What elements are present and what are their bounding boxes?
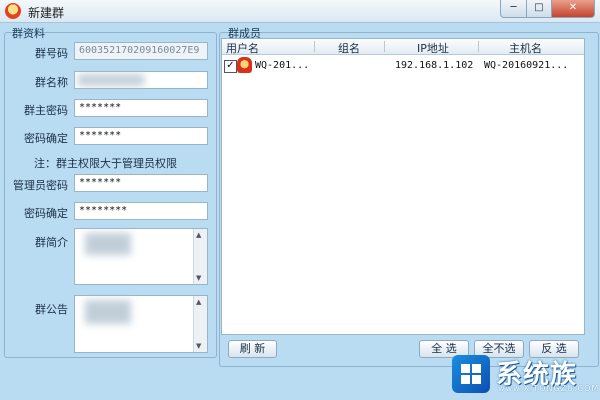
table-row[interactable]: ✓ WQ-201... 192.168.1.102 WQ-20160921... [222, 57, 584, 75]
column-ip[interactable]: IP地址 [417, 40, 449, 56]
admin-password-confirm-field[interactable]: ******** [74, 202, 208, 220]
group-id-field: 600352170209160027E9 [74, 42, 208, 60]
group-name-label: 群名称 [35, 76, 68, 89]
column-hostname[interactable]: 主机名 [509, 40, 542, 56]
admin-password-label: 管理员密码 [13, 179, 68, 192]
group-info-legend: 群资料 [12, 27, 45, 40]
member-ip: 192.168.1.102 [395, 60, 474, 71]
column-username[interactable]: 用户名 [226, 40, 259, 56]
redacted-intro-text [85, 233, 131, 255]
windows-logo-icon [452, 355, 490, 393]
owner-password-confirm-label: 密码确定 [24, 132, 68, 145]
title-bar: 新建群 ─ □ ✕ [0, 0, 600, 23]
group-notice-textarea[interactable]: ▲ ▼ [74, 295, 208, 353]
owner-password-label: 群主密码 [24, 104, 68, 117]
member-list[interactable]: 用户名 组名 IP地址 主机名 ✓ WQ-201... 192.168.1.10… [221, 38, 585, 335]
watermark-logo: 系统族 www.XITONGZU.COM [452, 352, 600, 396]
watermark-url: www.XITONGZU.COM [498, 384, 600, 393]
member-hostname: WQ-20160921... [484, 60, 569, 71]
owner-password-confirm-field[interactable]: ******* [74, 127, 208, 145]
user-avatar-icon [237, 57, 252, 73]
notice-scrollbar[interactable]: ▲ ▼ [193, 296, 207, 352]
group-id-label: 群号码 [35, 47, 68, 60]
group-intro-textarea[interactable]: ▲ ▼ [74, 228, 208, 285]
admin-password-field[interactable]: ******* [74, 174, 208, 192]
minimize-button[interactable]: ─ [500, 0, 527, 18]
redacted-notice-text [85, 300, 131, 324]
admin-password-confirm-label: 密码确定 [24, 207, 68, 220]
member-username: WQ-201... [255, 60, 310, 71]
permission-note: 注：群主权限大于管理员权限 [34, 157, 177, 170]
scroll-down-icon: ▼ [196, 274, 202, 282]
scroll-up-icon: ▲ [196, 298, 202, 306]
group-intro-label: 群简介 [35, 236, 68, 249]
close-button[interactable]: ✕ [551, 0, 595, 18]
refresh-button[interactable]: 刷 新 [228, 340, 277, 358]
intro-scrollbar[interactable]: ▲ ▼ [193, 229, 207, 284]
redacted-group-name [78, 74, 144, 86]
scroll-up-icon: ▲ [196, 231, 202, 239]
owner-password-field[interactable]: ******* [74, 99, 208, 117]
scroll-down-icon: ▼ [196, 342, 202, 350]
column-group[interactable]: 组名 [338, 40, 360, 56]
member-checkbox[interactable]: ✓ [224, 60, 237, 73]
group-notice-label: 群公告 [35, 303, 68, 316]
window-title: 新建群 [28, 6, 65, 20]
member-list-header: 用户名 组名 IP地址 主机名 [222, 39, 584, 55]
maximize-button[interactable]: □ [526, 0, 552, 18]
app-logo-icon [5, 3, 21, 19]
